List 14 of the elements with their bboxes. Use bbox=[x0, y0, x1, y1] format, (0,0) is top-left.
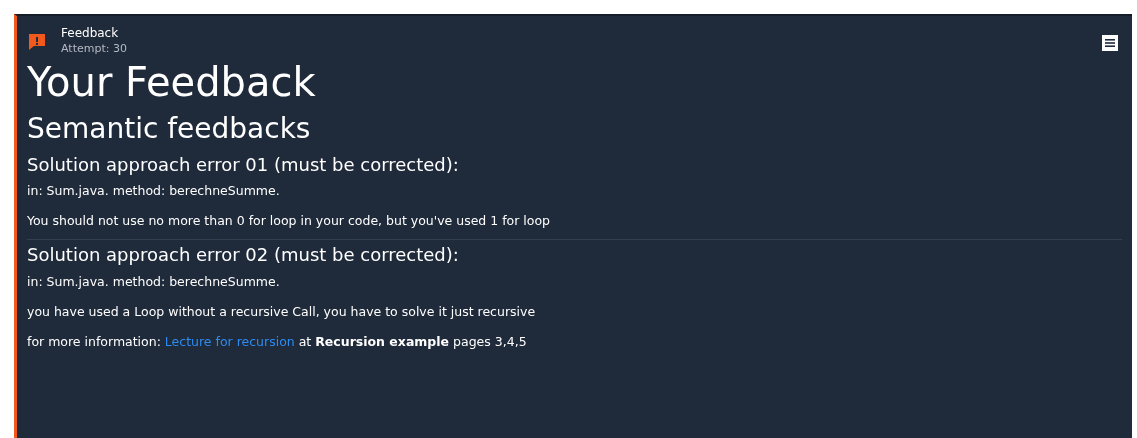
page-heading: Your Feedback bbox=[27, 58, 317, 106]
error-title: Solution approach error 01 (must be corrected): bbox=[27, 153, 460, 176]
lecture-link[interactable]: Lecture for recursion bbox=[164, 333, 295, 349]
error-text: You should not use no more than 0 for loop in your code, but you've used 1 for loop bbox=[27, 213, 552, 230]
error-text: in: Sum.java. method: berechneSumme. bbox=[27, 183, 281, 200]
card-title: Feedback bbox=[61, 26, 120, 41]
section-heading: Semantic feedbacks bbox=[27, 112, 312, 146]
error-text: you have used a Loop without a recursive Call, you have to solve it just recursive bbox=[27, 303, 537, 320]
alert-icon bbox=[27, 32, 47, 52]
attempt-label: Attempt: 30 bbox=[61, 41, 128, 56]
error-title: Solution approach error 02 (must be corrected): bbox=[27, 244, 460, 266]
error-text: in: Sum.java. method: berechneSumme. bbox=[27, 273, 281, 290]
menu-icon[interactable] bbox=[1102, 35, 1118, 51]
info-text: for more information: Lecture for recursion at Recursion example pages 3,4,5 bbox=[27, 333, 528, 350]
